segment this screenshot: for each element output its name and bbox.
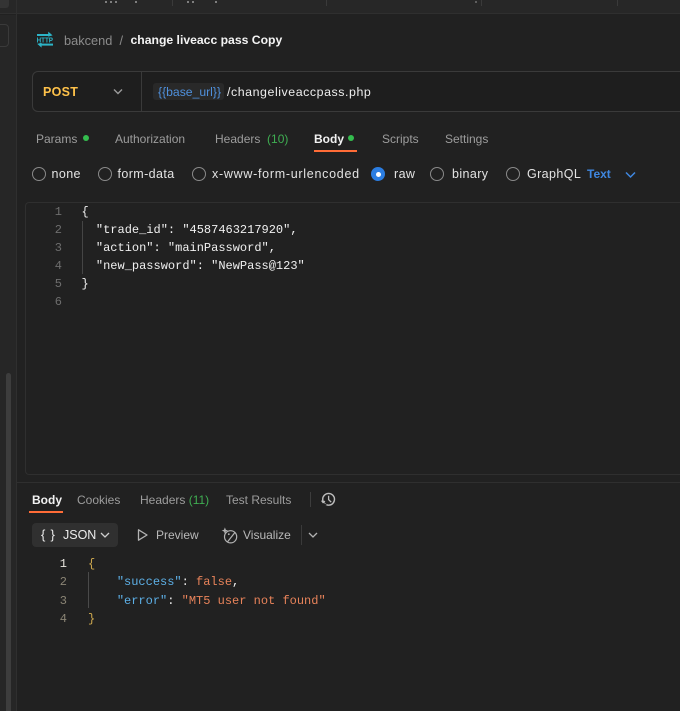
svg-text:HTTP: HTTP — [37, 36, 53, 45]
